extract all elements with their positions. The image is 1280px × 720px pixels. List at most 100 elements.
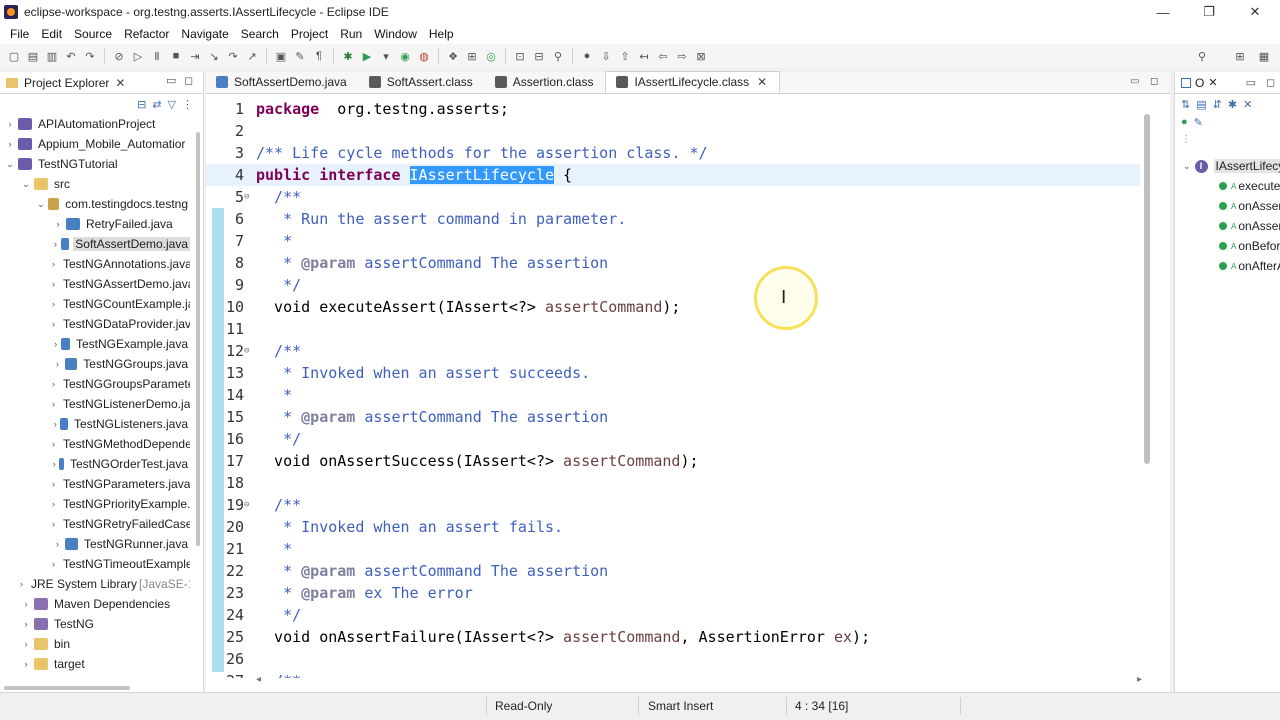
menu-source[interactable]: Source — [68, 27, 118, 41]
fold-toggle-icon[interactable]: ⊖ — [244, 500, 252, 510]
run-icon[interactable]: ▶ — [359, 48, 375, 64]
save-icon[interactable]: ▤ — [25, 48, 41, 64]
tree-item[interactable]: › SoftAssertDemo.java — [0, 234, 190, 254]
code-line[interactable]: 4 public interface IAssertLifecycle { — [206, 164, 1140, 186]
collapsed-arrow-icon[interactable]: › — [52, 379, 55, 389]
show-whitespace-icon[interactable]: ¶ — [311, 48, 327, 64]
collapsed-arrow-icon[interactable]: › — [52, 279, 55, 289]
code-line[interactable]: 10 void executeAssert(IAssert<?> assertC… — [206, 296, 1140, 318]
outline-root[interactable]: ⌄I IAssertLifecycle — [1183, 156, 1280, 176]
tree-item[interactable]: › bin — [0, 634, 190, 654]
annotation-prev-icon[interactable]: ⇧ — [617, 48, 633, 64]
open-perspective-icon[interactable]: ⊞ — [1232, 48, 1248, 64]
tree-item[interactable]: ⌄ com.testingdocs.testng — [0, 194, 190, 214]
expanded-arrow-icon[interactable]: ⌄ — [20, 179, 32, 190]
collapsed-arrow-icon[interactable]: › — [52, 239, 59, 249]
maximize-editor-icon[interactable]: ◻ — [1150, 76, 1158, 87]
hide-nonpublic-icon[interactable]: ✱ — [1228, 98, 1237, 111]
open-task-icon[interactable]: ⊟ — [531, 48, 547, 64]
link-icon[interactable]: ✎ — [1194, 116, 1203, 129]
menu-run[interactable]: Run — [334, 27, 368, 41]
tree-item[interactable]: › TestNG — [0, 614, 190, 634]
editor-vertical-scrollbar[interactable] — [1144, 114, 1150, 464]
editor-tab[interactable]: IAssertLifecycle.class ✕ — [605, 71, 781, 93]
tree-item[interactable]: › TestNGListenerDemo.java — [0, 394, 190, 414]
hide-local-types-icon[interactable]: ✕ — [1243, 98, 1252, 111]
collapsed-arrow-icon[interactable]: › — [4, 119, 16, 129]
collapsed-arrow-icon[interactable]: › — [52, 399, 55, 409]
sort-icon[interactable]: ⇅ — [1181, 98, 1190, 111]
horizontal-scrollbar[interactable] — [4, 686, 130, 690]
link-with-editor-icon[interactable]: ⇄ — [152, 98, 161, 111]
code-line[interactable]: 25 void onAssertFailure(IAssert<?> asser… — [206, 626, 1140, 648]
collapsed-arrow-icon[interactable]: › — [20, 599, 32, 609]
collapsed-arrow-icon[interactable]: › — [20, 639, 32, 649]
coverage-icon[interactable]: ◉ — [397, 48, 413, 64]
code-line[interactable]: 5 ⊖ /** — [206, 186, 1140, 208]
code-line[interactable]: 27 /** — [206, 670, 1140, 678]
code-line[interactable]: 19 ⊖ /** — [206, 494, 1140, 516]
step-over-icon[interactable]: ↷ — [225, 48, 241, 64]
close-icon[interactable]: ✕ — [115, 76, 125, 90]
collapse-all-icon[interactable]: ⊟ — [137, 98, 146, 111]
tree-item[interactable]: › Maven Dependencies — [0, 594, 190, 614]
tree-item[interactable]: ⌄ TestNGTutorial — [0, 154, 190, 174]
menu-search[interactable]: Search — [235, 27, 285, 41]
tree-item[interactable]: › TestNGAnnotations.java — [0, 254, 190, 274]
step-into-icon[interactable]: ↘ — [206, 48, 222, 64]
tree-item[interactable]: › TestNGExample.java — [0, 334, 190, 354]
code-line[interactable]: 26 — [206, 648, 1140, 670]
suspend-icon[interactable]: Ⅱ — [149, 48, 165, 64]
code-line[interactable]: 16 */ — [206, 428, 1140, 450]
collapsed-arrow-icon[interactable]: › — [52, 539, 63, 549]
code-line[interactable]: 23 * @param ex The error — [206, 582, 1140, 604]
menu-file[interactable]: File — [4, 27, 35, 41]
menu-help[interactable]: Help — [423, 27, 460, 41]
tree-item[interactable]: › Appium_Mobile_Automatior — [0, 134, 190, 154]
outline-member[interactable]: AonAssertSuccess — [1219, 196, 1280, 216]
collapsed-arrow-icon[interactable]: › — [52, 499, 55, 509]
code-line[interactable]: 17 void onAssertSuccess(IAssert<?> asser… — [206, 450, 1140, 472]
search-toolbar-icon[interactable]: ⚲ — [550, 48, 566, 64]
resume-icon[interactable]: ▷ — [130, 48, 146, 64]
maximize-view-icon[interactable]: ◻ — [184, 74, 193, 87]
collapsed-arrow-icon[interactable]: › — [20, 659, 32, 669]
collapsed-arrow-icon[interactable]: › — [52, 319, 55, 329]
close-tab-icon[interactable]: ✕ — [757, 75, 767, 89]
code-line[interactable]: 6 * Run the assert command in parameter. — [206, 208, 1140, 230]
view-menu-icon[interactable]: ⋮ — [182, 98, 193, 111]
collapsed-arrow-icon[interactable]: › — [52, 559, 55, 569]
redo-icon[interactable]: ↷ — [82, 48, 98, 64]
external-tools-icon[interactable]: ◍ — [416, 48, 432, 64]
collapsed-arrow-icon[interactable]: › — [52, 459, 57, 469]
tree-item[interactable]: › APIAutomationProject — [0, 114, 190, 134]
tree-item[interactable]: › TestNGGroupsParameters.java — [0, 374, 190, 394]
tree-item[interactable]: › TestNGListeners.java — [0, 414, 190, 434]
minimize-editor-icon[interactable]: ▭ — [1130, 76, 1139, 87]
scroll-right-icon[interactable]: ▸ — [1137, 674, 1142, 685]
menu-refactor[interactable]: Refactor — [118, 27, 175, 41]
code-line[interactable]: 3 /** Life cycle methods for the assertio… — [206, 142, 1140, 164]
expanded-arrow-icon[interactable]: ⌄ — [1183, 161, 1191, 172]
menu-navigate[interactable]: Navigate — [175, 27, 234, 41]
maximize-button[interactable]: ❐ — [1186, 0, 1232, 24]
tree-item[interactable]: › TestNGMethodDependency.java — [0, 434, 190, 454]
web-browser-icon[interactable]: ● — [579, 48, 595, 64]
editor-tab[interactable]: SoftAssert.class — [359, 71, 485, 93]
tree-item[interactable]: › TestNGGroups.java — [0, 354, 190, 374]
scroll-left-icon[interactable]: ◂ — [256, 674, 261, 685]
code-line[interactable]: 24 */ — [206, 604, 1140, 626]
close-icon[interactable]: ✕ — [1208, 76, 1217, 89]
run-dropdown-icon[interactable]: ▾ — [378, 48, 394, 64]
focus-icon[interactable]: ● — [1181, 116, 1188, 129]
collapsed-arrow-icon[interactable]: › — [4, 139, 16, 149]
tree-item[interactable]: › TestNGDataProvider.java — [0, 314, 190, 334]
code-line[interactable]: 8 * @param assertCommand The assertion — [206, 252, 1140, 274]
tree-item[interactable]: › TestNGPriorityExample.java — [0, 494, 190, 514]
new-package-icon[interactable]: ⊞ — [464, 48, 480, 64]
minimize-view-icon[interactable]: ▭ — [166, 74, 176, 87]
code-line[interactable]: 22 * @param assertCommand The assertion — [206, 560, 1140, 582]
forward-icon[interactable]: ⇨ — [674, 48, 690, 64]
code-line[interactable]: 13 * Invoked when an assert succeeds. — [206, 362, 1140, 384]
menu-edit[interactable]: Edit — [35, 27, 68, 41]
